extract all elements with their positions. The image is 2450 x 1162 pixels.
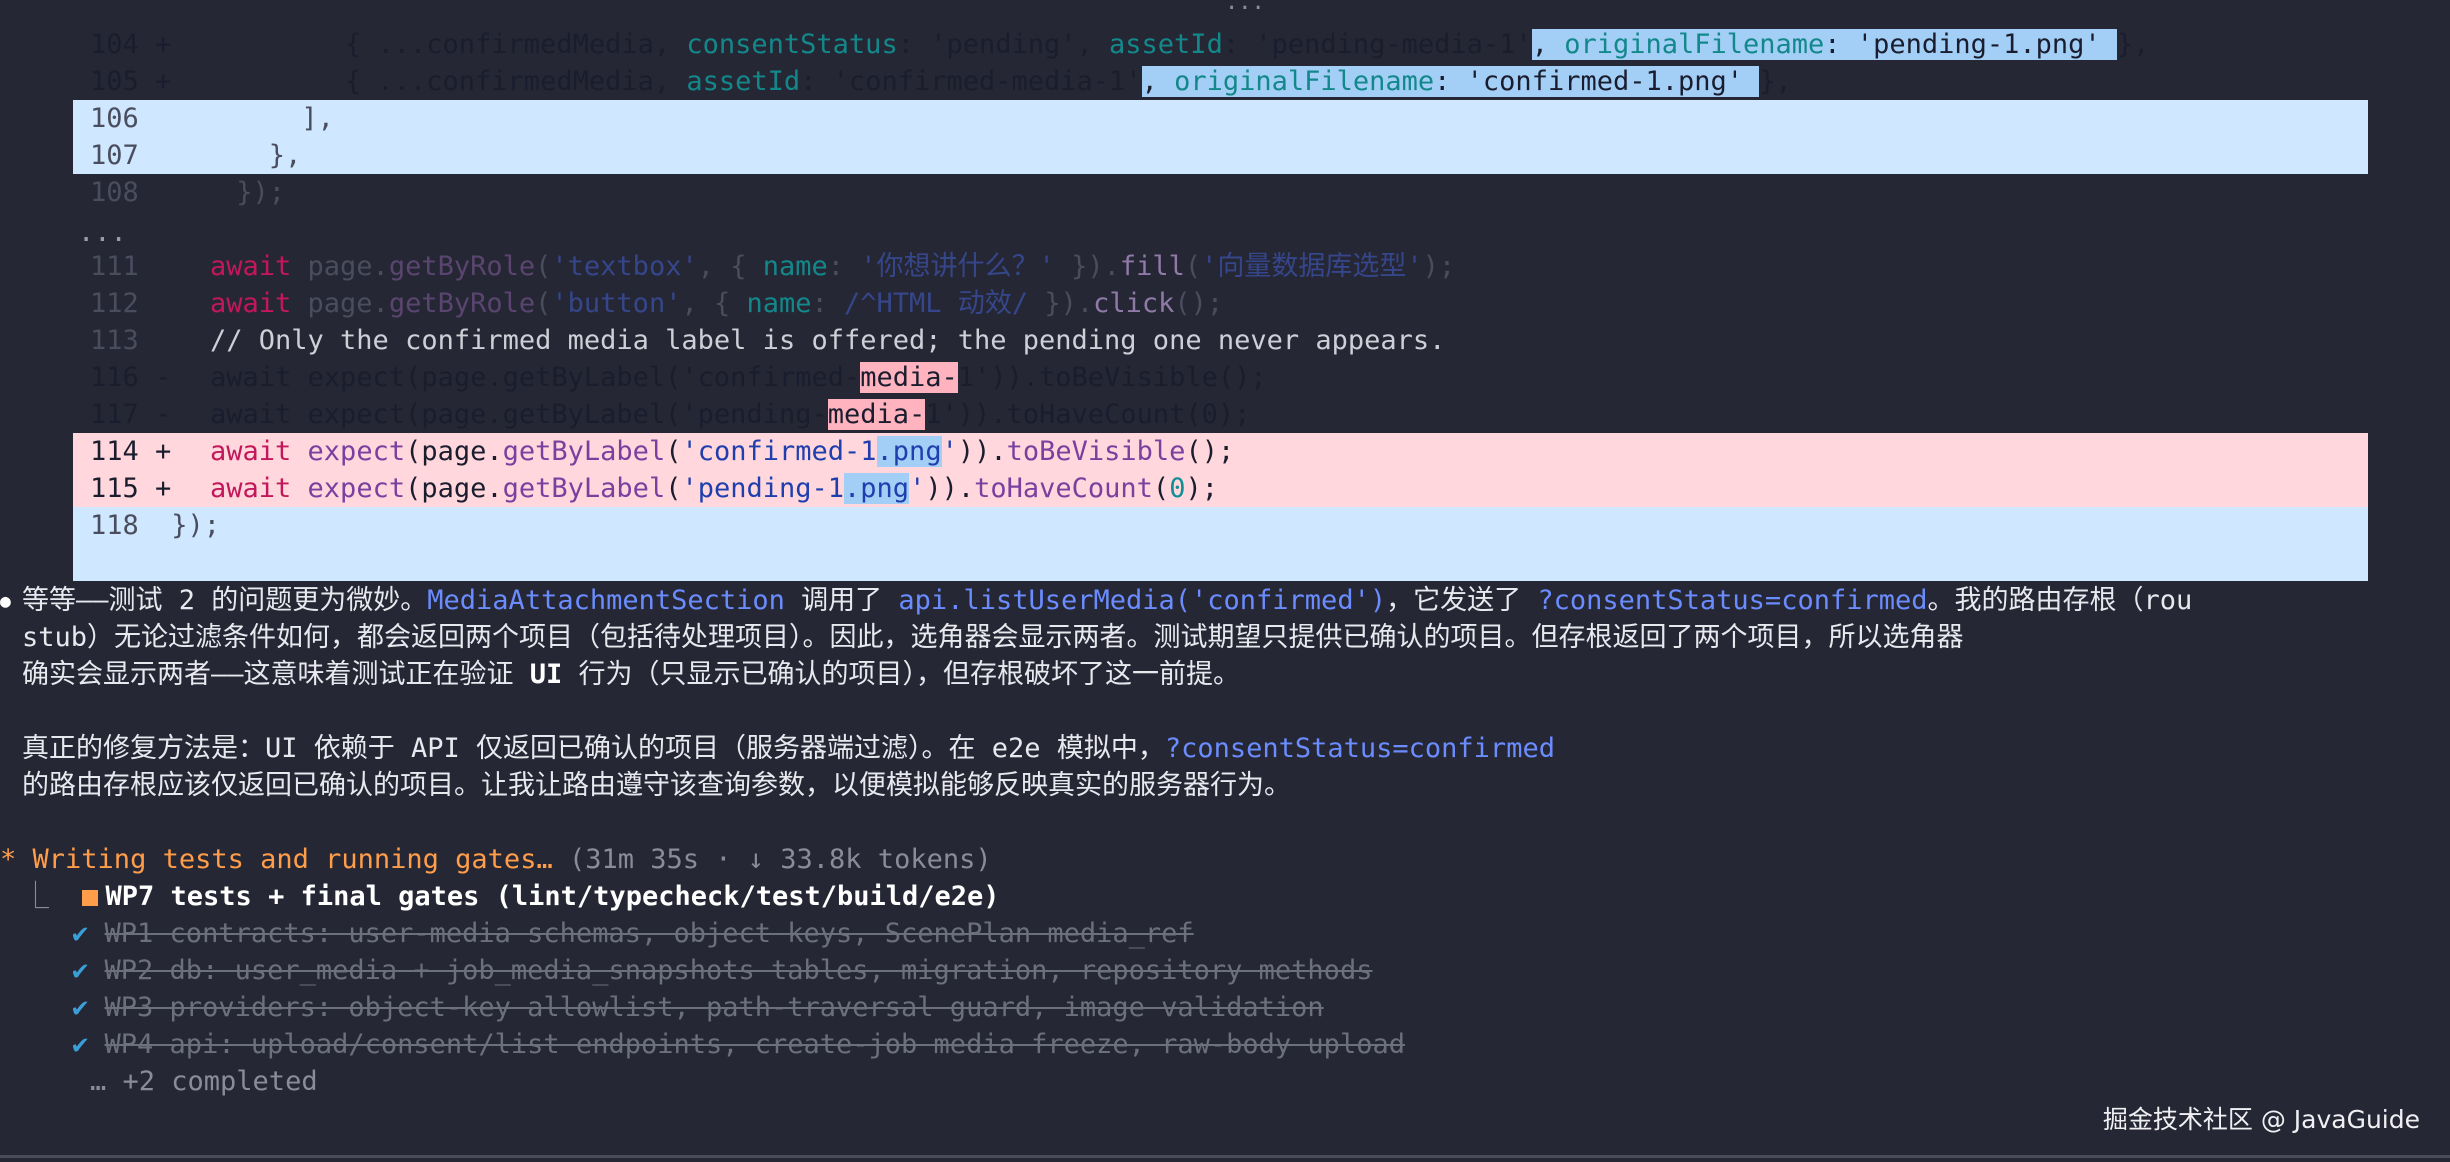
code-ref-list-user-media: api.listUserMedia('confirmed') <box>898 585 1387 616</box>
diff-line-108: 108 }); <box>0 174 2450 211</box>
completed-task: ✔ WP2 db: user_media + job_media_snapsho… <box>72 955 1373 986</box>
check-icon: ✔ <box>72 992 89 1023</box>
divider <box>0 1155 2450 1158</box>
diff-line-106: 106 ], <box>0 100 2450 137</box>
code-ref-media-attachment-section: MediaAttachmentSection <box>427 585 785 616</box>
line-number: 112 <box>90 288 139 319</box>
status-label: Writing tests and running gates… <box>32 844 553 875</box>
check-icon: ✔ <box>72 955 89 986</box>
diff-line-104: 104 + { ...confirmedMedia, consentStatus… <box>0 26 2450 137</box>
line-number: 113 <box>90 325 139 356</box>
line-number: 114 + <box>90 436 172 467</box>
code-text: 108 }); <box>90 177 286 208</box>
message-paragraph-2-line-2: 的路由存根应该仅返回已确认的项目。让我让路由遵守该查询参数，以便模拟能够反映真实… <box>22 770 1291 801</box>
hunk-separator: ... <box>78 217 127 248</box>
completed-task: ✔ WP1 contracts: user-media schemas, obj… <box>72 918 1194 949</box>
code-text: await expect(page.getByLabel('confirmed-… <box>210 436 1235 467</box>
watermark: 掘金技术社区 @ JavaGuide <box>2102 1105 2420 1134</box>
added-line-background <box>73 544 2368 581</box>
diff-line-112: 112 await page.getByRole('button', { nam… <box>0 285 2450 322</box>
code-text: { ...confirmedMedia, assetId: 'confirmed… <box>345 66 1792 97</box>
diff-line-117-removed: 117 - await expect(page.getByLabel('pend… <box>0 396 2450 507</box>
diff-line-116-removed: 116 - await expect(page.getByLabel('conf… <box>0 359 2450 470</box>
current-task: ⎿ WP7 tests + final gates (lint/typechec… <box>22 881 1000 912</box>
code-text: { ...confirmedMedia, consentStatus: 'pen… <box>345 29 2150 60</box>
line-number: 111 <box>90 251 139 282</box>
code-text: await page.getByRole('button', { name: /… <box>210 288 1224 319</box>
code-text: 106 ], <box>90 103 334 134</box>
completed-task: ✔ WP4 api: upload/consent/list endpoints… <box>72 1029 1405 1060</box>
message-paragraph-1-line-3: 确实会显示两者——这意味着测试正在验证 UI 行为（只显示已确认的项目），但存根… <box>22 659 1241 690</box>
hunk-separator: ... <box>1225 0 1265 15</box>
code-text: 118 }); <box>90 510 221 541</box>
diff-line-107: 107 }, <box>0 137 2450 174</box>
line-number: 115 + <box>90 473 172 504</box>
line-number: 117 - <box>90 399 172 430</box>
line-number: 105 + <box>90 66 172 97</box>
spinner-icon: * <box>0 844 17 875</box>
diff-line-114-added: 114 + await expect(page.getByLabel('conf… <box>0 433 2450 544</box>
diff-line-115-added: 115 + await expect(page.getByLabel('pend… <box>0 470 2450 581</box>
code-text: await page.getByRole('textbox', { name: … <box>210 251 1456 282</box>
code-comment: // Only the confirmed media label is off… <box>210 325 1446 356</box>
tree-branch-icon: ⎿ <box>22 881 49 912</box>
line-number: 104 + <box>90 29 172 60</box>
diff-line-105: 105 + { ...confirmedMedia, assetId: 'con… <box>0 63 2450 174</box>
check-icon: ✔ <box>72 1029 89 1060</box>
diff-line-118: 118 }); <box>0 507 2450 544</box>
message-bullet: ● <box>0 591 11 612</box>
progress-status: * Writing tests and running gates… (31m … <box>0 841 992 878</box>
code-text: await expect(page.getByLabel('pending-1.… <box>210 473 1218 504</box>
diff-line-113: 113 // Only the confirmed media label is… <box>0 322 2450 359</box>
line-number: 116 - <box>90 362 172 393</box>
in-progress-square-icon <box>81 890 98 906</box>
code-text: 107 }, <box>90 140 302 171</box>
completed-task: ✔ WP3 providers: object-key allowlist, p… <box>72 992 1324 1023</box>
message-paragraph-1-line-2: stub）无论过滤条件如何，都会返回两个项目（包括待处理项目）。因此，选角器会显… <box>22 622 1964 653</box>
code-text: await expect(page.getByLabel('confirmed-… <box>210 362 1267 393</box>
code-text: await expect(page.getByLabel('pending-me… <box>210 399 1251 430</box>
status-meta: (31m 35s · ↓ 33.8k tokens) <box>552 844 992 875</box>
diff-line-111: 111 await page.getByRole('textbox', { na… <box>0 248 2450 285</box>
check-icon: ✔ <box>72 918 89 949</box>
code-ref-consent-status-query: ?consentStatus=confirmed <box>1537 585 1928 616</box>
message-paragraph-1-line-1: 等等——测试 2 的问题更为微妙。MediaAttachmentSection … <box>22 585 2193 616</box>
more-completed: … +2 completed <box>90 1066 318 1097</box>
message-paragraph-2-line-1: 真正的修复方法是：UI 依赖于 API 仅返回已确认的项目（服务器端过滤）。在 … <box>22 733 1555 764</box>
code-ref-consent-status-query: ?consentStatus=confirmed <box>1164 733 1555 764</box>
